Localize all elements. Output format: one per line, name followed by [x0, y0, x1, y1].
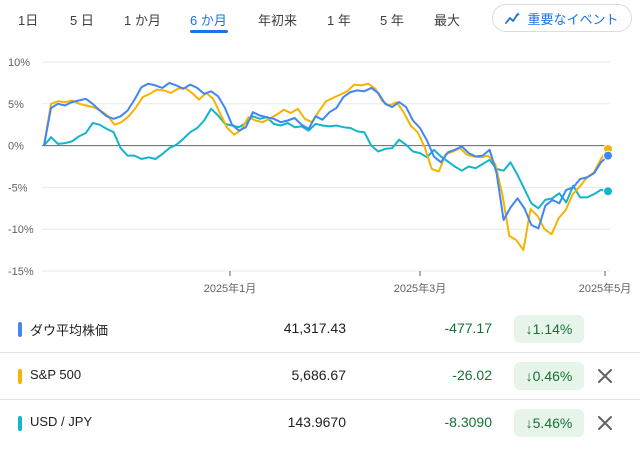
range-tab-5d[interactable]: 5 日 [70, 10, 94, 29]
instrument-change: -8.3090 [444, 414, 492, 430]
key-events-label: 重要なイベント [527, 11, 619, 27]
y-tick-label: -15% [8, 266, 34, 278]
y-tick-label: 10% [8, 57, 30, 69]
y-tick-label: 5% [8, 99, 24, 111]
percent-change-value: 0.46% [532, 368, 573, 384]
instrument-name: S&P 500 [30, 367, 82, 382]
arrow-down-icon: ↓ [525, 415, 533, 431]
series-color-marker [18, 322, 22, 337]
range-tab-5y[interactable]: 5 年 [380, 10, 404, 29]
series-endpoint [603, 150, 613, 161]
instrument-price: 143.9670 [287, 414, 346, 430]
y-tick-label: -5% [8, 182, 28, 194]
close-icon[interactable] [596, 367, 614, 385]
instrument-name: USD / JPY [30, 414, 93, 429]
y-tick-label: -10% [8, 224, 34, 236]
active-tab-indicator [190, 30, 228, 33]
y-tick-label: 0% [8, 141, 24, 153]
x-tick-label: 2025年5月 [579, 281, 632, 295]
range-tab-1d[interactable]: 1日 [18, 10, 38, 29]
series-color-marker [18, 416, 22, 431]
range-tab-max[interactable]: 最大 [434, 10, 460, 29]
trend-sparkle-icon [505, 11, 521, 25]
list-item[interactable]: USD / JPY 143.9670 -8.3090 ↓ 5.46% [0, 400, 640, 446]
range-tab-1y[interactable]: 1 年 [327, 10, 351, 29]
range-tab-1m[interactable]: 1 か月 [124, 10, 161, 29]
x-tick-label: 2025年3月 [394, 281, 447, 295]
percent-change-value: 5.46% [532, 415, 573, 431]
percent-change-value: 1.14% [532, 321, 573, 337]
range-tabs: 1日 5 日 1 か月 6 か月 年初来 1 年 5 年 最大 重要なイベント [0, 0, 640, 40]
x-tick-label: 2025年1月 [204, 281, 257, 295]
list-item[interactable]: ダウ平均株価 41,317.43 -477.17 ↓ 1.14% [0, 306, 640, 352]
comparison-chart[interactable]: 10% 5% 0% -5% -10% -15% 2025年1月 2025年3月 2025年5月 [0, 48, 640, 298]
instrument-change: -477.17 [444, 320, 492, 336]
percent-change-badge: ↓ 1.14% [514, 315, 584, 343]
list-item[interactable]: S&P 500 5,686.67 -26.02 ↓ 0.46% [0, 353, 640, 399]
percent-change-badge: ↓ 0.46% [514, 362, 584, 390]
arrow-down-icon: ↓ [525, 321, 533, 337]
series-line [43, 107, 609, 210]
instrument-name: ダウ平均株価 [30, 323, 109, 338]
instrument-price: 41,317.43 [283, 320, 346, 336]
range-tab-ytd[interactable]: 年初来 [258, 10, 297, 29]
key-events-button[interactable]: 重要なイベント [492, 4, 632, 32]
series-color-marker [18, 369, 22, 384]
range-tab-6m[interactable]: 6 か月 [190, 10, 227, 29]
arrow-down-icon: ↓ [525, 368, 533, 384]
close-icon[interactable] [596, 414, 614, 432]
percent-change-badge: ↓ 5.46% [514, 409, 584, 437]
instrument-price: 5,686.67 [291, 367, 347, 383]
instrument-change: -26.02 [452, 367, 492, 383]
series-endpoint [603, 186, 613, 197]
